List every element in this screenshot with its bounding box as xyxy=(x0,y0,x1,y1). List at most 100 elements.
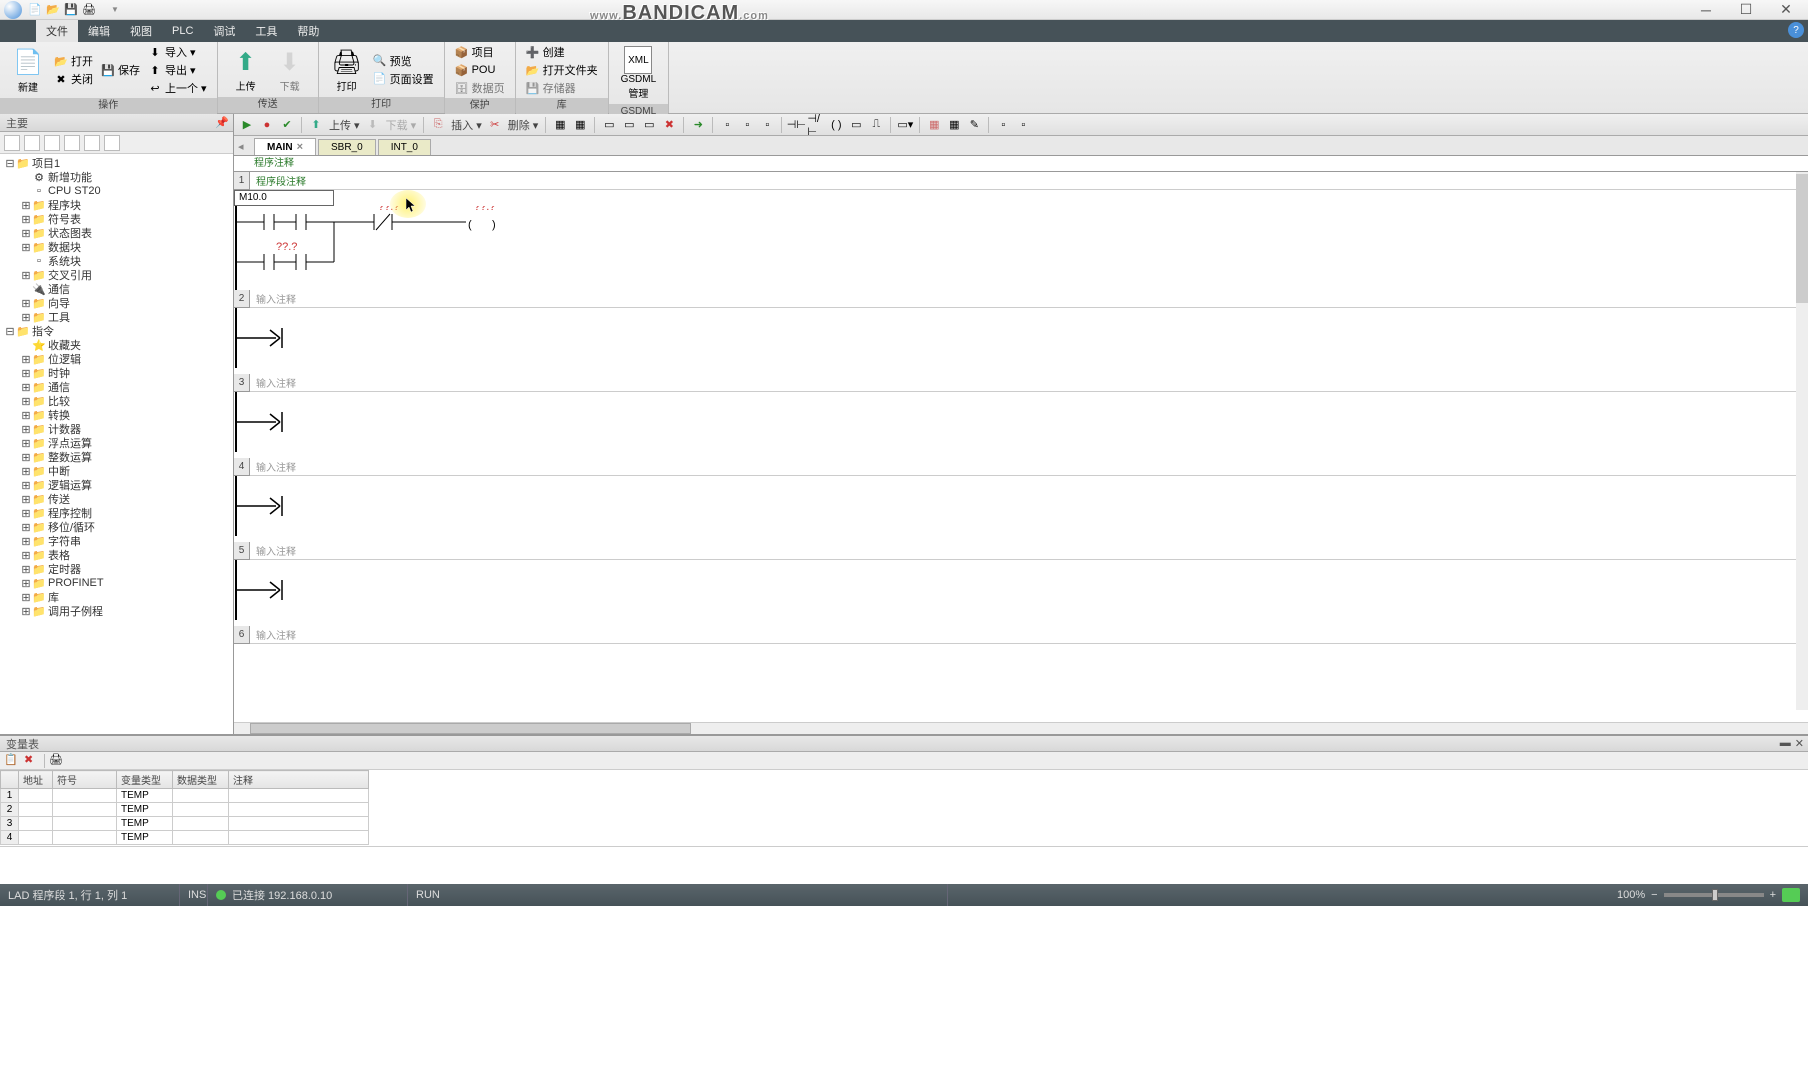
tree-node[interactable]: ⊟📁指令 xyxy=(0,324,233,338)
status-corner-icon[interactable] xyxy=(1782,888,1800,902)
var-header[interactable]: 数据类型 xyxy=(173,771,229,789)
ribbon-btn-页面设置[interactable]: 📄页面设置 xyxy=(373,71,434,87)
contact-no-button[interactable]: ⊣⊢ xyxy=(787,116,805,134)
tree-node[interactable]: ⊞📁工具 xyxy=(0,310,233,324)
tree-tb-btn-2[interactable] xyxy=(44,135,60,151)
tree-toggle-icon[interactable]: ⊞ xyxy=(20,591,32,604)
tree-toggle-icon[interactable]: ⊞ xyxy=(20,297,32,310)
tree-toggle-icon[interactable]: ⊞ xyxy=(20,227,32,240)
tree-toggle-icon[interactable]: ⊞ xyxy=(20,353,32,366)
var-cell[interactable] xyxy=(173,817,229,831)
tree-node[interactable]: ⊞📁计数器 xyxy=(0,422,233,436)
network-comment[interactable]: 输入注释 xyxy=(250,458,1808,476)
tree-toggle-icon[interactable]: ⊟ xyxy=(4,325,16,338)
tree-toggle-icon[interactable]: ⊞ xyxy=(20,437,32,450)
menu-item-1[interactable]: 编辑 xyxy=(78,20,120,42)
tree-node[interactable]: ⊞📁数据块 xyxy=(0,240,233,254)
tree-node[interactable]: ⊞📁中断 xyxy=(0,464,233,478)
tree-node[interactable]: ⊞📁向导 xyxy=(0,296,233,310)
tree-toggle-icon[interactable]: ⊞ xyxy=(20,451,32,464)
tree-node[interactable]: ⊞📁时钟 xyxy=(0,366,233,380)
var-cell[interactable]: TEMP xyxy=(117,789,173,803)
var-cell[interactable] xyxy=(229,789,369,803)
tree-node[interactable]: ⊞📁调用子例程 xyxy=(0,604,233,618)
menu-item-4[interactable]: 调试 xyxy=(203,20,245,42)
zoom-in-icon[interactable]: + xyxy=(1770,889,1776,901)
ribbon-btn-预览[interactable]: 🔍预览 xyxy=(373,53,434,69)
network-1[interactable]: 1程序段注释 M10.0 xyxy=(234,172,1808,290)
compile-button[interactable]: ✔ xyxy=(278,116,296,134)
address-field[interactable]: M10.0 xyxy=(234,190,334,206)
network-comment[interactable]: 输入注释 xyxy=(250,542,1808,560)
tree-toggle-icon[interactable]: ⊞ xyxy=(20,479,32,492)
tree-toggle-icon[interactable]: ⊞ xyxy=(20,577,32,590)
var-cell[interactable] xyxy=(53,789,117,803)
tree-node[interactable]: ⊟📁项目1 xyxy=(0,156,233,170)
network-5[interactable]: 5输入注释 xyxy=(234,542,1808,626)
tree-toggle-icon[interactable]: ⊞ xyxy=(20,465,32,478)
tree-node[interactable]: ⊞📁整数运算 xyxy=(0,450,233,464)
var-cell[interactable]: 1 xyxy=(1,789,19,803)
stop-button[interactable]: ● xyxy=(258,116,276,134)
network-body[interactable] xyxy=(234,392,1808,458)
var-tb-2-icon[interactable]: ✖ xyxy=(24,753,40,769)
network-body[interactable] xyxy=(234,476,1808,542)
toolbar-label[interactable]: 上传 ▾ xyxy=(327,117,362,133)
tb7-button[interactable]: ➜ xyxy=(689,116,707,134)
program-comment[interactable]: 程序注释 xyxy=(234,156,1808,172)
branch-button[interactable]: ⎍ xyxy=(867,116,885,134)
table-row[interactable]: 1 TEMP xyxy=(1,789,369,803)
var-header[interactable]: 符号 xyxy=(53,771,117,789)
tree-toggle-icon[interactable]: ⊞ xyxy=(20,507,32,520)
tab-scroll-left-icon[interactable]: ◂ xyxy=(238,140,244,153)
tree-toggle-icon[interactable]: ⊞ xyxy=(20,395,32,408)
tree-toggle-icon[interactable]: ⊞ xyxy=(20,269,32,282)
network-comment[interactable]: 输入注释 xyxy=(250,290,1808,308)
var-cell[interactable]: TEMP xyxy=(117,817,173,831)
menu-item-6[interactable]: 帮助 xyxy=(287,20,329,42)
ribbon-btn-项目[interactable]: 📦项目 xyxy=(455,44,505,60)
tb-d-button[interactable]: ✎ xyxy=(965,116,983,134)
var-cell[interactable]: 2 xyxy=(1,803,19,817)
tree-tb-btn-0[interactable] xyxy=(4,135,20,151)
table-row[interactable]: 4TEMP xyxy=(1,831,369,845)
tree-toggle-icon[interactable]: ⊞ xyxy=(20,605,32,618)
tree-toggle-icon[interactable]: ⊞ xyxy=(20,311,32,324)
tree-node[interactable]: ▫系统块 xyxy=(0,254,233,268)
var-min-icon[interactable]: ▬ xyxy=(1780,737,1791,750)
tree-toggle-icon[interactable]: ⊞ xyxy=(20,381,32,394)
network-comment[interactable]: 输入注释 xyxy=(250,626,1808,644)
var-cell[interactable] xyxy=(19,817,53,831)
var-tb-3-icon[interactable]: 🖨 xyxy=(49,753,65,769)
tab-INT_0[interactable]: INT_0 xyxy=(378,139,431,155)
ribbon-btn-POU[interactable]: 📦POU xyxy=(455,62,505,78)
help-icon[interactable]: ? xyxy=(1788,22,1804,38)
var-cell[interactable] xyxy=(229,831,369,845)
tb8-button[interactable]: ▫ xyxy=(718,116,736,134)
var-cell[interactable] xyxy=(53,831,117,845)
toolbar-label[interactable]: 插入 ▾ xyxy=(449,117,484,133)
tree-toggle-icon[interactable]: ⊞ xyxy=(20,409,32,422)
tb9-button[interactable]: ▫ xyxy=(738,116,756,134)
ribbon-btn-导出 ▾[interactable]: ⬆导出 ▾ xyxy=(148,62,207,78)
var-cell[interactable] xyxy=(19,831,53,845)
tb4-button[interactable]: ▭ xyxy=(620,116,638,134)
tree-tb-btn-4[interactable] xyxy=(84,135,100,151)
tree-node[interactable]: ⊞📁程序块 xyxy=(0,198,233,212)
download-arrow-button[interactable]: ⬇ xyxy=(364,116,382,134)
ribbon-btn-打开[interactable]: 📂打开 xyxy=(54,53,93,69)
tree-node[interactable]: ⊞📁表格 xyxy=(0,548,233,562)
var-header[interactable]: 地址 xyxy=(19,771,53,789)
tree-node[interactable]: ⭐收藏夹 xyxy=(0,338,233,352)
table-row[interactable]: 2 TEMP xyxy=(1,803,369,817)
var-header[interactable]: 注释 xyxy=(229,771,369,789)
tb2-button[interactable]: ▦ xyxy=(571,116,589,134)
tree-toggle-icon[interactable]: ⊟ xyxy=(4,157,16,170)
qat-dropdown-icon[interactable]: ▼ xyxy=(107,2,123,18)
tree-node[interactable]: ⊞📁定时器 xyxy=(0,562,233,576)
minimize-button[interactable]: ─ xyxy=(1696,2,1716,18)
var-cell[interactable]: TEMP xyxy=(117,803,173,817)
tree-node[interactable]: ⊞📁比较 xyxy=(0,394,233,408)
ribbon-btn-打印[interactable]: 🖨打印 xyxy=(325,44,369,95)
menu-item-3[interactable]: PLC xyxy=(162,20,203,42)
